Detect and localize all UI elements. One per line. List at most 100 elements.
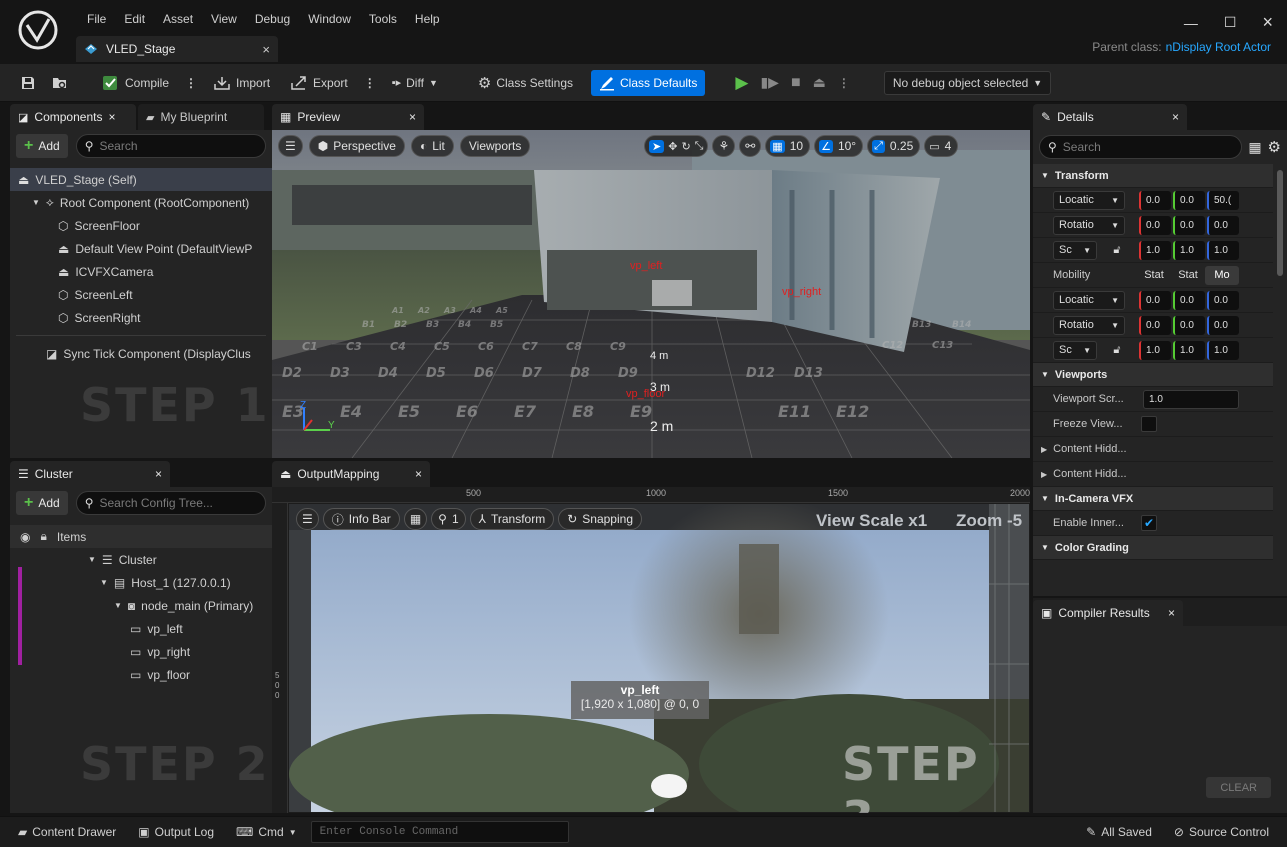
tab-preview[interactable]: ▦ Preview × (272, 104, 424, 130)
rotation-x-field[interactable]: 0.0 (1139, 315, 1171, 335)
save-icon[interactable] (14, 70, 42, 96)
scale-z-field[interactable]: 1.0 (1207, 340, 1239, 360)
table-view-icon[interactable]: ▦ (1248, 139, 1261, 156)
export-button[interactable]: Export (282, 70, 356, 96)
lock-icon[interactable]: 🔒︎ (40, 529, 46, 544)
cmd-dropdown[interactable]: ⌨ Cmd ▼ (228, 819, 305, 845)
rotation-y-field[interactable]: 0.0 (1173, 215, 1205, 235)
eject-icon[interactable]: ⏏ (813, 74, 826, 91)
rotation-y-field[interactable]: 0.0 (1173, 315, 1205, 335)
rotate-icon[interactable]: ↻ (681, 140, 690, 153)
select-mode-icon[interactable]: ➤ (649, 139, 665, 153)
mobility-movable[interactable]: Mo (1205, 265, 1239, 285)
snapping-button[interactable]: ↻ Snapping (558, 508, 642, 530)
details-scrollbar[interactable] (1277, 170, 1283, 276)
viewports-button[interactable]: Viewports (459, 135, 531, 157)
category-color-grading[interactable]: ▼ Color Grading (1033, 536, 1273, 560)
menu-help[interactable]: Help (406, 10, 449, 28)
browse-icon[interactable] (46, 70, 74, 96)
close-icon[interactable]: × (262, 42, 270, 57)
clear-button[interactable]: CLEAR (1206, 777, 1271, 798)
tree-item-vp-left[interactable]: ▭ vp_left (10, 617, 272, 640)
play-options-icon[interactable]: ⋮ (838, 76, 850, 90)
scale-snap-button[interactable]: ⤢ 0.25 (867, 135, 921, 157)
tree-item-vp-right[interactable]: ▭ vp_right (10, 640, 272, 663)
menu-edit[interactable]: Edit (115, 10, 154, 28)
lock-icon[interactable]: 🔓︎ (1097, 244, 1137, 257)
tab-details[interactable]: ✎ Details × (1033, 104, 1187, 130)
menu-file[interactable]: File (78, 10, 115, 28)
preview-viewport[interactable]: A1 A2 A3 A4 A5 B1 B2 B3 B4 B5 C1 C3 C4 C5 C6 C7 C8 C9 D2 D3… (272, 130, 1030, 458)
add-cluster-item-button[interactable]: + Add (16, 491, 68, 515)
tree-item-vp-floor[interactable]: ▭ vp_floor (10, 663, 272, 686)
class-settings-button[interactable]: ⚙ Class Settings (470, 70, 581, 96)
scale-x-field[interactable]: 1.0 (1139, 240, 1171, 260)
location-dropdown[interactable]: Locatic ▼ (1053, 290, 1125, 310)
tree-item-sync-tick[interactable]: ◪ Sync Tick Component (DisplayClus (10, 342, 272, 365)
close-icon[interactable]: × (155, 467, 162, 481)
menu-view[interactable]: View (202, 10, 246, 28)
content-drawer-button[interactable]: ▰ Content Drawer (10, 819, 124, 845)
import-button[interactable]: Import (205, 70, 278, 96)
scale-x-field[interactable]: 1.0 (1139, 340, 1171, 360)
rotation-z-field[interactable]: 0.0 (1207, 215, 1239, 235)
tree-item-default-view-point[interactable]: ⏏ Default View Point (DefaultViewP (10, 237, 272, 260)
location-z-field[interactable]: 0.0 (1207, 290, 1239, 310)
export-options-icon[interactable]: ⋮ (360, 76, 380, 90)
tab-compiler-results[interactable]: ▣ Compiler Results × (1033, 600, 1183, 626)
tab-cluster[interactable]: ☰ Cluster × (10, 461, 170, 487)
tree-item-screen-left[interactable]: ⬡ ScreenLeft (10, 283, 272, 306)
close-icon[interactable]: × (415, 467, 422, 481)
info-bar-button[interactable]: ⓘ Info Bar (322, 508, 400, 530)
mobility-static[interactable]: Stat (1137, 269, 1171, 281)
menu-debug[interactable]: Debug (246, 10, 299, 28)
rotation-z-field[interactable]: 0.0 (1207, 315, 1239, 335)
tree-item-host[interactable]: ▼ ▤ Host_1 (127.0.0.1) (10, 571, 272, 594)
category-viewports[interactable]: ▼ Viewports (1033, 363, 1273, 387)
camera-speed-button[interactable]: ▭ 4 (924, 135, 959, 157)
viewport-info-box[interactable]: vp_left [1,920 x 1,080] @ 0, 0 (571, 681, 709, 719)
zoom-button[interactable]: ⚲ 1 (431, 508, 466, 530)
transform-button[interactable]: ⅄ Transform (469, 508, 555, 530)
menu-tools[interactable]: Tools (360, 10, 406, 28)
content-hidden-row[interactable]: ▶ Content Hidd... (1033, 462, 1273, 487)
details-search-input[interactable]: ⚲ Search (1039, 135, 1243, 159)
source-control-button[interactable]: ⊘ Source Control (1166, 819, 1277, 845)
scale-dropdown[interactable]: Sc ▼ (1053, 340, 1097, 360)
rotation-dropdown[interactable]: Rotatio ▼ (1053, 315, 1125, 335)
play-icon[interactable]: ▶ (735, 73, 748, 93)
viewport-menu-button[interactable]: ☰ (278, 135, 303, 157)
mobility-stationary[interactable]: Stat (1171, 269, 1205, 281)
scale-dropdown[interactable]: Sc ▼ (1053, 240, 1097, 260)
rotation-dropdown[interactable]: Rotatio ▼ (1053, 215, 1125, 235)
debug-object-dropdown[interactable]: No debug object selected ▼ (883, 70, 1052, 95)
class-defaults-button[interactable]: Class Defaults (591, 69, 706, 96)
tree-item-self[interactable]: ⏏ VLED_Stage (Self) (10, 168, 272, 191)
tab-my-blueprint[interactable]: ▰ My Blueprint (138, 104, 264, 130)
menu-asset[interactable]: Asset (154, 10, 202, 28)
viewport-screen-field[interactable]: 1.0 (1143, 389, 1239, 409)
world-local-button[interactable]: ⚘ (712, 135, 736, 157)
location-x-field[interactable]: 0.0 (1139, 190, 1171, 210)
location-y-field[interactable]: 0.0 (1173, 190, 1205, 210)
content-hidden-row[interactable]: ▶ Content Hidd... (1033, 437, 1273, 462)
eye-icon[interactable]: ◉ (20, 530, 30, 544)
gear-icon[interactable]: ⚙ (1268, 138, 1281, 156)
add-component-button[interactable]: + Add (16, 134, 68, 158)
compile-button[interactable]: Compile (94, 70, 177, 96)
location-dropdown[interactable]: Locatic ▼ (1053, 190, 1125, 210)
close-window-icon[interactable]: × (1262, 12, 1273, 33)
tree-item-node-main[interactable]: ▼ ◙ node_main (Primary) (10, 594, 272, 617)
components-search-input[interactable]: ⚲ Search (75, 134, 266, 158)
tree-item-root-component[interactable]: ▼ ⟡ Root Component (RootComponent) (10, 191, 272, 214)
maximize-icon[interactable]: ☐ (1224, 14, 1237, 31)
minimize-icon[interactable]: — (1184, 15, 1198, 31)
scale-z-field[interactable]: 1.0 (1207, 240, 1239, 260)
enable-inner-checkbox[interactable]: ✔ (1141, 515, 1157, 531)
tree-item-icvfx-camera[interactable]: ⏏ ICVFXCamera (10, 260, 272, 283)
lock-icon[interactable]: 🔓︎ (1097, 344, 1137, 357)
parent-class-link[interactable]: nDisplay Root Actor (1166, 40, 1271, 54)
grid-snap-button[interactable]: ▦ 10 (765, 135, 811, 157)
unreal-logo-icon[interactable] (18, 10, 58, 50)
frame-toggle-button[interactable]: ▦ (403, 508, 428, 530)
